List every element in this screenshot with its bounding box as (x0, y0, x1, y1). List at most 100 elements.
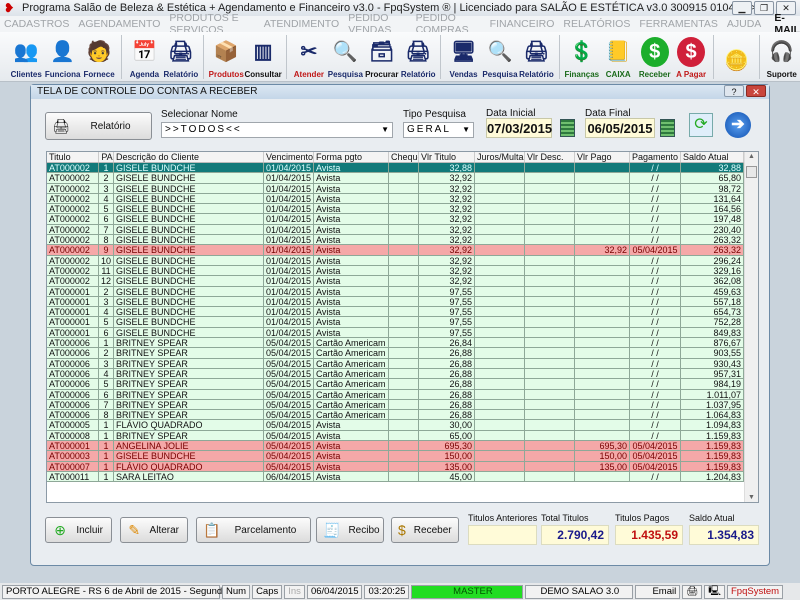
arrow-right-icon[interactable]: ➔ (725, 112, 751, 138)
column-header[interactable]: Titulo (47, 152, 99, 162)
table-row[interactable]: AT000003 1 GISELE BUNDCHE 05/04/2015 Avista 1… (47, 451, 758, 462)
table-cell: 362,08 (681, 276, 744, 287)
table-row[interactable]: AT000006 1 BRITNEY SPEAR 05/04/2015 Cartão A… (47, 338, 758, 349)
toolbar-button-relat-rio[interactable]: 🖨 Relatório (163, 33, 199, 81)
status-ins: Ins (284, 584, 305, 599)
toolbar-button-clientes[interactable]: 👥 Clientes (8, 33, 44, 81)
table-row[interactable]: AT000002 5 GISELE BUNDCHE 01/04/2015 Avista 3… (47, 204, 758, 215)
column-header[interactable]: Vlr Titulo (419, 152, 475, 162)
column-header[interactable]: PA (99, 152, 114, 162)
table-row[interactable]: AT000002 6 GISELE BUNDCHE 01/04/2015 Avista 3… (47, 214, 758, 225)
search-type-combo[interactable]: GERAL ▼ (403, 122, 474, 138)
receive-button[interactable]: $ Receber (391, 517, 459, 543)
column-header[interactable]: Vencimento (264, 152, 314, 162)
table-row[interactable]: AT000008 1 BRITNEY SPEAR 05/04/2015 Avista 65… (47, 430, 758, 442)
table-row[interactable]: AT000002 4 GISELE BUNDCHE 01/04/2015 Avista 3… (47, 193, 758, 205)
column-header[interactable]: Descrição do Cliente (114, 152, 264, 162)
table-row[interactable]: AT000006 3 BRITNEY SPEAR 05/04/2015 Cartão A… (47, 358, 758, 369)
minimize-button[interactable]: ▁ (732, 1, 752, 15)
close-dialog-button[interactable]: ✕ (746, 85, 766, 97)
table-cell (525, 327, 575, 339)
computer-icon[interactable]: 🖳 (704, 584, 725, 599)
status-email[interactable]: Email (635, 584, 681, 599)
table-cell: 05/04/2015 (264, 348, 314, 359)
table-row[interactable]: AT000002 3 GISELE BUNDCHE 01/04/2015 Avista 3… (47, 183, 758, 194)
column-header[interactable]: Forma pgto (314, 152, 389, 162)
toolbar-button-procurar[interactable]: 🗃 Procurar (364, 33, 400, 81)
toolbar-button-consultar[interactable]: ▥ Consultar (244, 33, 281, 81)
restore-button[interactable]: ❐ (754, 1, 774, 15)
toolbar-button-relat-rio[interactable]: 🖨 Relatório (400, 33, 436, 81)
toolbar-button-relat-rio[interactable]: 🖨 Relatório (518, 33, 554, 81)
table-row[interactable]: AT000001 4 GISELE BUNDCHE 01/04/2015 Avista 9… (47, 307, 758, 318)
receipt-button[interactable]: 🧾 Recibo (316, 517, 384, 543)
table-row[interactable]: AT000001 2 GISELE BUNDCHE 01/04/2015 Avista 9… (47, 286, 758, 297)
menu-item-cadastros[interactable]: CADASTROS (4, 18, 69, 30)
table-row[interactable]: AT000005 1 FLÁVIO QUADRADO 05/04/2015 Avista… (47, 420, 758, 431)
table-row[interactable]: AT000002 10 GISELE BUNDCHE 01/04/2015 Avista… (47, 255, 758, 266)
toolbar-button-receber[interactable]: $ Receber (636, 33, 672, 81)
table-row[interactable]: AT000006 7 BRITNEY SPEAR 05/04/2015 Cartão A… (47, 399, 758, 411)
select-name-combo[interactable]: >>TODOS<< ▼ (161, 122, 393, 138)
table-row[interactable]: AT000001 6 GISELE BUNDCHE 01/04/2015 Avista 9… (47, 327, 758, 339)
toolbar-button-funciona[interactable]: 👤 Funciona (44, 33, 81, 81)
menu-item-agendamento[interactable]: AGENDAMENTO (78, 18, 160, 30)
add-button[interactable]: ⊕ Incluir (45, 517, 112, 543)
report-button[interactable]: 🖨 Relatório (45, 112, 152, 140)
table-row[interactable]: AT000001 3 GISELE BUNDCHE 01/04/2015 Avista 9… (47, 296, 758, 308)
end-date-field[interactable]: 06/05/2015 (585, 118, 655, 138)
table-row[interactable]: AT000002 8 GISELE BUNDCHE 01/04/2015 Avista 3… (47, 235, 758, 246)
calendar-icon[interactable] (660, 119, 675, 137)
calendar-icon[interactable] (560, 119, 575, 137)
table-row[interactable]: AT000011 1 SARA LEITAO 06/04/2015 Avista 45,0… (47, 471, 758, 483)
menu-item-atendimento[interactable]: ATENDIMENTO (264, 18, 339, 30)
toolbar-button-caixa[interactable]: 📒 CAIXA (600, 33, 636, 81)
toolbar-button-pesquisa[interactable]: 🔍 Pesquisa (327, 33, 363, 81)
table-row[interactable]: AT000006 4 BRITNEY SPEAR 05/04/2015 Cartão A… (47, 368, 758, 380)
menu-item-ferramentas[interactable]: FERRAMENTAS (639, 18, 718, 30)
printer-icon[interactable]: 🖨 (682, 584, 703, 599)
toolbar-button-agenda[interactable]: 📅 Agenda (126, 33, 162, 81)
toolbar-button-finan-as[interactable]: 💲 Finanças (564, 33, 600, 81)
table-cell: 01/04/2015 (264, 327, 314, 339)
table-row[interactable]: AT000006 5 BRITNEY SPEAR 05/04/2015 Cartão A… (47, 379, 758, 390)
table-cell (475, 410, 525, 421)
column-header[interactable]: Juros/Multa (475, 152, 525, 162)
column-header[interactable]: Cheque (389, 152, 419, 162)
toolbar-button-pesquisa[interactable]: 🔍 Pesquisa (482, 33, 518, 81)
table-row[interactable]: AT000007 1 FLÁVIO QUADRADO 05/04/2015 Avista… (47, 461, 758, 472)
column-header[interactable]: Pagamento (630, 152, 681, 162)
menu-item-relat-rios[interactable]: RELATÓRIOS (563, 18, 630, 30)
toolbar-button-vendas[interactable]: 🖥 Vendas (445, 33, 481, 81)
table-cell (575, 214, 630, 225)
toolbar-button-fornece[interactable]: 🧑 Fornece (81, 33, 117, 81)
table-row[interactable]: AT000002 12 GISELE BUNDCHE 01/04/2015 Avista… (47, 276, 758, 287)
table-row[interactable]: AT000006 2 BRITNEY SPEAR 05/04/2015 Cartão A… (47, 348, 758, 359)
menu-item-financeiro[interactable]: FINANCEIRO (490, 18, 555, 30)
table-row[interactable]: AT000001 5 GISELE BUNDCHE 01/04/2015 Avista 9… (47, 317, 758, 328)
refresh-icon[interactable]: ⟳ (689, 113, 713, 137)
installments-button[interactable]: 📋 Parcelamento (196, 517, 311, 543)
toolbar-button-coin[interactable]: 🪙 (718, 33, 754, 81)
start-date-field[interactable]: 07/03/2015 (486, 118, 552, 138)
help-button[interactable]: ? (724, 85, 744, 97)
table-row[interactable]: AT000002 9 GISELE BUNDCHE 01/04/2015 Avista 3… (47, 245, 758, 256)
column-header[interactable]: Vlr Pago (575, 152, 630, 162)
table-cell: 01/04/2015 (264, 163, 314, 174)
table-row[interactable]: AT000001 1 ANGELINA JOLIE 05/04/2015 Avista 6… (47, 441, 758, 452)
table-row[interactable]: AT000002 2 GISELE BUNDCHE 01/04/2015 Avista 3… (47, 173, 758, 184)
table-row[interactable]: AT000002 7 GISELE BUNDCHE 01/04/2015 Avista 3… (47, 224, 758, 236)
menu-item-ajuda[interactable]: AJUDA (727, 18, 761, 30)
toolbar-button-a-pagar[interactable]: $ A Pagar (673, 33, 709, 81)
toolbar-button-atender[interactable]: ✂ Atender (291, 33, 327, 81)
table-row[interactable]: AT000006 6 BRITNEY SPEAR 05/04/2015 Cartão A… (47, 389, 758, 400)
column-header[interactable]: Vlr Desc. (525, 152, 575, 162)
vertical-scrollbar[interactable]: ▲ ▼ (744, 152, 758, 502)
toolbar-button-suporte[interactable]: 🎧 Suporte (764, 33, 800, 81)
edit-button[interactable]: ✎ Alterar (120, 517, 188, 543)
table-row[interactable]: AT000002 11 GISELE BUNDCHE 01/04/2015 Avista… (47, 265, 758, 277)
table-row[interactable]: AT000006 8 BRITNEY SPEAR 05/04/2015 Cartão A… (47, 410, 758, 421)
column-header[interactable]: Saldo Atual (681, 152, 744, 162)
toolbar-button-produtos[interactable]: 📦 Produtos (208, 33, 244, 81)
table-row[interactable]: AT000002 1 GISELE BUNDCHE 01/04/2015 Avista 3… (47, 163, 758, 174)
